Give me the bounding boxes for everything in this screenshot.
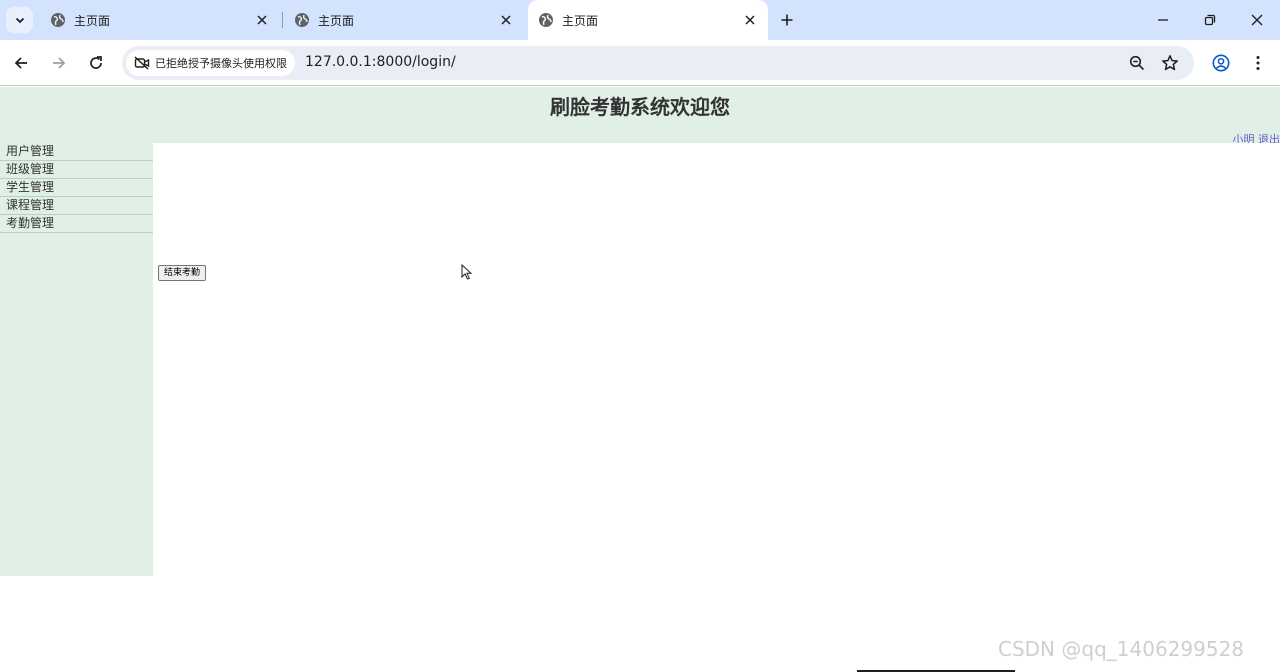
url-text[interactable]: 127.0.0.1:8000/login/: [305, 54, 456, 70]
chevron-down-icon: [15, 17, 24, 24]
minimize-button[interactable]: [1140, 0, 1186, 40]
sidebar-item-student-management[interactable]: 学生管理: [0, 179, 153, 197]
mouse-cursor-icon: [461, 264, 473, 280]
close-tab-button[interactable]: [496, 10, 516, 30]
browser-tab-2[interactable]: 主页面: [284, 0, 524, 40]
profile-button[interactable]: [1207, 49, 1235, 77]
tab-separator: [282, 12, 283, 28]
browser-toolbar: 已拒绝授予摄像头使用权限 127.0.0.1:8000/login/: [0, 40, 1280, 86]
address-bar[interactable]: 已拒绝授予摄像头使用权限 127.0.0.1:8000/login/: [122, 46, 1194, 80]
back-button[interactable]: [7, 49, 35, 77]
globe-icon: [50, 12, 66, 28]
permission-text: 已拒绝授予摄像头使用权限: [155, 57, 287, 70]
sidebar-item-attendance-management[interactable]: 考勤管理: [0, 215, 153, 233]
close-icon: [745, 15, 755, 25]
globe-icon: [294, 12, 310, 28]
camera-permission-chip[interactable]: 已拒绝授予摄像头使用权限: [126, 50, 295, 76]
close-icon: [501, 15, 511, 25]
close-tab-button[interactable]: [740, 10, 760, 30]
main-content: 结束考勤: [153, 143, 1280, 576]
kebab-menu-icon: [1256, 56, 1260, 70]
end-attendance-button[interactable]: 结束考勤: [158, 265, 207, 281]
arrow-left-icon: [14, 57, 27, 69]
reload-button[interactable]: [82, 49, 110, 77]
camera-blocked-icon: [134, 56, 150, 70]
forward-button[interactable]: [45, 49, 73, 77]
sidebar-item-course-management[interactable]: 课程管理: [0, 197, 153, 215]
arrow-right-icon: [53, 57, 66, 69]
close-window-button[interactable]: [1234, 0, 1280, 40]
close-icon: [1251, 14, 1263, 26]
bookmark-button[interactable]: [1159, 52, 1181, 74]
browser-tab-3-active[interactable]: 主页面: [528, 0, 768, 40]
tab-title: 主页面: [562, 13, 599, 28]
reload-icon: [90, 56, 102, 69]
new-tab-button[interactable]: [776, 9, 798, 31]
sidebar-item-class-management[interactable]: 班级管理: [0, 161, 153, 179]
zoom-button[interactable]: [1126, 52, 1148, 74]
page-header: 刷脸考勤系统欢迎您 小明 退出: [0, 87, 1280, 146]
minimize-icon: [1158, 19, 1168, 21]
web-page: 刷脸考勤系统欢迎您 小明 退出 用户管理 班级管理 学生管理 课程管理 考勤管理…: [0, 87, 1280, 672]
sidebar: 用户管理 班级管理 学生管理 课程管理 考勤管理: [0, 143, 153, 576]
profile-icon: [1212, 54, 1230, 72]
restore-button[interactable]: [1187, 0, 1233, 40]
tab-strip: 主页面 主页面 主页面: [0, 0, 1280, 40]
tab-title: 主页面: [74, 13, 111, 28]
close-icon: [257, 15, 267, 25]
restore-icon: [1204, 14, 1216, 26]
globe-icon: [538, 12, 554, 28]
page-title: 刷脸考勤系统欢迎您: [550, 95, 730, 119]
sidebar-item-user-management[interactable]: 用户管理: [0, 143, 153, 161]
plus-icon: [781, 14, 793, 26]
watermark: CSDN @qq_1406299528: [998, 637, 1245, 661]
tab-title: 主页面: [318, 13, 355, 28]
star-icon: [1162, 55, 1178, 71]
browser-menu-button[interactable]: [1244, 49, 1272, 77]
browser-tab-1[interactable]: 主页面: [40, 0, 280, 40]
zoom-icon: [1129, 55, 1145, 71]
close-tab-button[interactable]: [252, 10, 272, 30]
tab-search-button[interactable]: [6, 7, 33, 33]
